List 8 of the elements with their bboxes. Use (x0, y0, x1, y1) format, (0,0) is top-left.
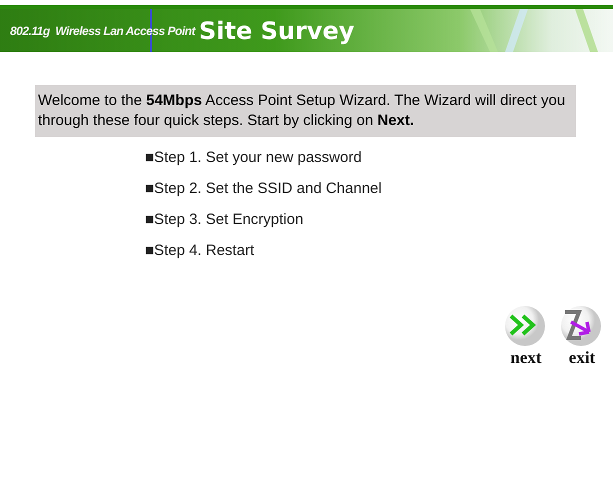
step-item: ■Step 2. Set the SSID and Channel (145, 180, 383, 198)
step-item: ■Step 3. Set Encryption (145, 211, 304, 229)
page-title: Site Survey (198, 16, 354, 44)
exit-button[interactable]: exit (559, 304, 605, 368)
step-item: ■Step 4. Restart (145, 242, 256, 260)
step-item: ■Step 1. Set your new password (145, 149, 363, 167)
next-button[interactable]: next (503, 304, 549, 368)
welcome-text: Welcome to the 54Mbps Access Point Setup Wizard. The Wizard will direct you through these four quick steps. Start by clicking on Next. (35, 85, 576, 137)
